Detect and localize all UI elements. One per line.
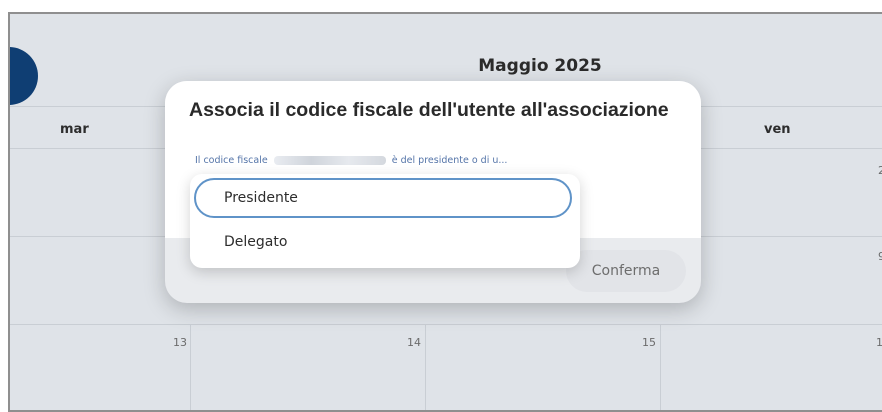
day-header-ven: ven (764, 122, 791, 137)
subtitle-suffix: è del presidente o di u... (391, 155, 508, 166)
day-cell-16[interactable]: 16 (876, 336, 882, 349)
role-dropdown: Presidente Delegato (190, 174, 580, 268)
day-header-mar: mar (60, 122, 89, 137)
grid-line (10, 324, 882, 325)
month-title: Maggio 2025 (478, 56, 602, 76)
day-number: 9 (878, 250, 882, 263)
grid-line (425, 324, 426, 410)
dialog-question: Il codice fiscale è del presidente o di … (195, 155, 507, 166)
day-number: 2 (878, 164, 882, 177)
confirm-button[interactable]: Conferma (566, 250, 686, 292)
subtitle-prefix: Il codice fiscale (195, 155, 268, 166)
day-cell-15[interactable]: 15 (642, 336, 656, 349)
dialog-title: Associa il codice fiscale dell'utente al… (189, 99, 669, 121)
option-presidente[interactable]: Presidente (194, 178, 572, 218)
day-cell-14[interactable]: 14 (407, 336, 421, 349)
option-delegato[interactable]: Delegato (194, 222, 572, 262)
grid-line (660, 324, 661, 410)
grid-line (190, 324, 191, 410)
redacted-fiscal-code (273, 156, 386, 165)
day-cell-13[interactable]: 13 (173, 336, 187, 349)
